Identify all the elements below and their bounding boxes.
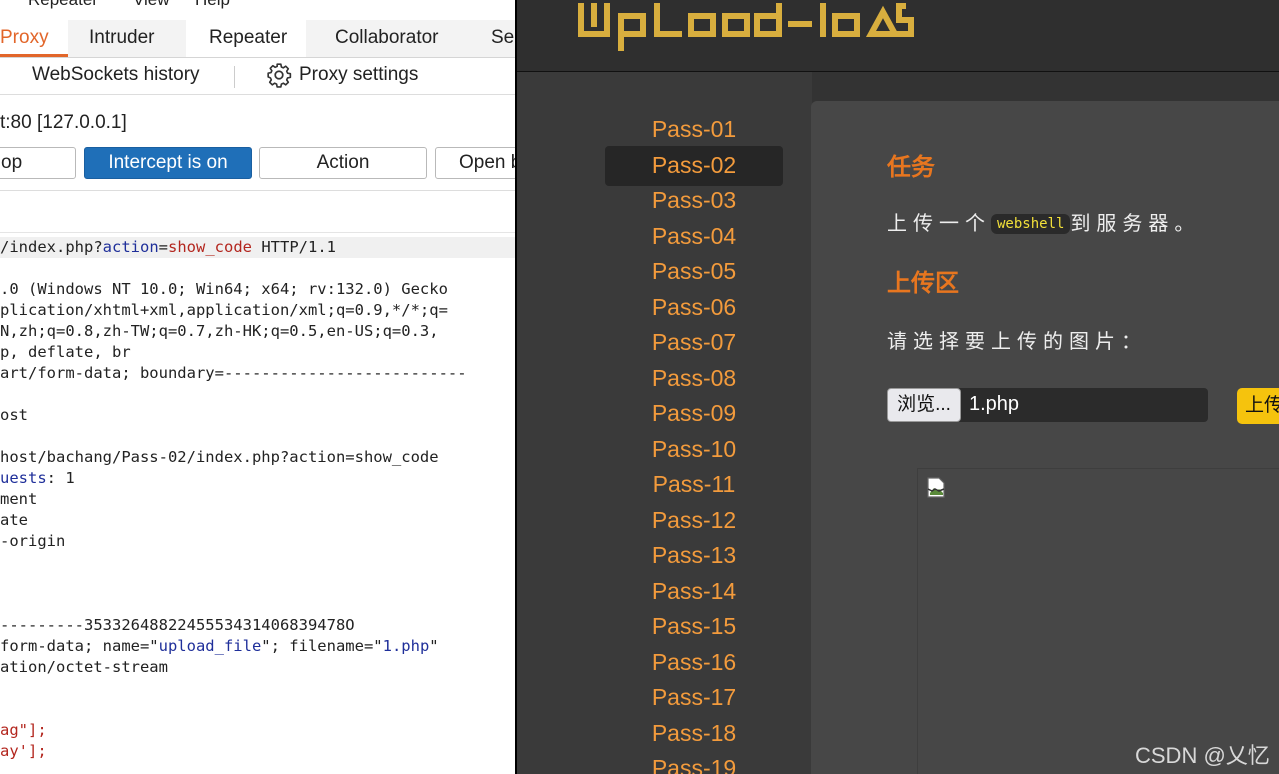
header-accept-encoding[interactable]: p, deflate, br [0,342,131,363]
menu-repeater[interactable]: Repeater [28,0,98,10]
param-value: show_code [168,238,252,256]
header-value: : 1 [46,469,75,487]
disp-mid: "; filename=" [261,637,383,655]
param-name: action [102,238,159,256]
webshell-code: webshell [991,214,1071,234]
forward-drop-button[interactable]: op [0,147,76,179]
pass-link-18[interactable]: Pass-18 [605,714,783,754]
pass-link-6[interactable]: Pass-06 [605,288,783,328]
http-version: HTTP/1.1 [252,238,336,256]
divider [0,232,517,233]
pass-link-10[interactable]: Pass-10 [605,430,783,470]
tab-proxy[interactable]: Proxy [0,20,68,57]
pass-link-9[interactable]: Pass-09 [605,394,783,434]
pass-link-1[interactable]: Pass-01 [605,110,783,150]
disp-prefix: form-data; name=" [0,637,159,655]
tab-sequencer[interactable]: Sec [491,20,517,57]
upload-button[interactable]: 上传 [1237,388,1279,424]
pass-link-12[interactable]: Pass-12 [605,501,783,541]
header-content-type[interactable]: art/form-data; boundary=----------------… [0,363,467,384]
gear-icon[interactable] [266,62,292,88]
pass-sidebar: Pass-01 Pass-02 Pass-03 Pass-04 Pass-05 Pass-… [517,72,812,774]
menu-help[interactable]: Help [195,0,230,10]
task-heading: 任务 [887,154,935,181]
header-referer[interactable]: host/bachang/Pass-02/index.php?action=sh… [0,447,439,468]
pass-link-8[interactable]: Pass-08 [605,359,783,399]
pass-link-19[interactable]: Pass-19 [605,749,783,774]
field-name: upload_file [158,637,262,655]
upload-filename: 1.php [382,637,430,655]
task-text-pre: 上传一个 [887,213,991,235]
main-tabs: Proxy Intruder Repeater Collaborator Sec [0,20,517,58]
header-origin[interactable]: ost [0,405,28,426]
header-sec-fetch-site[interactable]: -origin [0,531,65,552]
php-payload-line[interactable]: ag"]; [0,720,47,741]
upload-heading: 上传区 [887,270,959,297]
header-sec-fetch-dest[interactable]: ment [0,489,37,510]
menu-view[interactable]: View [133,0,170,10]
header-key: uests [0,469,47,487]
header-upgrade-insecure[interactable]: uests: 1 [0,468,75,489]
header-accept-language[interactable]: N,zh;q=0.8,zh-TW;q=0.7,zh-HK;q=0.5,en-US… [0,321,439,342]
header-accept[interactable]: plication/xhtml+xml,application/xml;q=0.… [0,300,448,321]
image-preview-area [917,468,1279,774]
header-sec-fetch-mode[interactable]: ate [0,510,28,531]
burp-window: Repeater View Help Proxy Intruder Repeat… [0,0,517,774]
pass-link-16[interactable]: Pass-16 [605,643,783,683]
multipart-boundary[interactable]: ---------3533264882245553431406839478O [0,615,355,636]
task-text-post: 到服务器。 [1070,213,1201,235]
upload-labs-window: Pass-01 Pass-02 Pass-03 Pass-04 Pass-05 Pass-… [515,0,1279,774]
divider [0,190,517,191]
part-content-type[interactable]: ation/octet-stream [0,657,168,678]
choose-label: 请选择要上传的图片： [887,331,1147,353]
broken-image-icon [927,477,945,498]
pass-link-2[interactable]: Pass-02 [605,145,783,186]
equals: = [158,238,168,256]
header-user-agent[interactable]: .0 (Windows NT 10.0; Win64; x64; rv:132.… [0,279,448,300]
browse-button[interactable]: 浏览... [887,388,961,422]
pass-link-4[interactable]: Pass-04 [605,217,783,257]
pass-link-3[interactable]: Pass-03 [605,181,783,221]
proxy-subtabs: WebSockets history Proxy settings [0,58,517,95]
task-description: 上传一个 webshell 到服务器。 [887,207,1200,236]
open-browser-button[interactable]: Open b [435,147,517,179]
pass-link-13[interactable]: Pass-13 [605,536,783,576]
pass-link-7[interactable]: Pass-07 [605,323,783,363]
pass-link-15[interactable]: Pass-15 [605,607,783,647]
intercept-target: t:80 [127.0.0.1] [0,112,127,133]
intercept-toggle-button[interactable]: Intercept is on [84,147,252,179]
upload-labs-logo[interactable] [573,0,923,58]
pass-link-5[interactable]: Pass-05 [605,252,783,292]
selected-filename: 1.php [969,393,1020,415]
subtab-websockets-history[interactable]: WebSockets history [32,64,200,86]
action-button[interactable]: Action [259,147,427,179]
request-path: /index.php? [0,238,103,256]
tab-repeater[interactable]: Repeater [186,20,306,57]
site-header [517,0,1279,72]
content-panel: 任务 上传一个 webshell 到服务器。 上传区 请选择要上传的图片： 浏览..… [811,101,1279,774]
disp-suffix: " [429,637,439,655]
file-input[interactable]: 浏览... 1.php [887,388,1208,422]
php-payload-line[interactable]: ay']; [0,741,47,762]
content-disposition[interactable]: form-data; name="upload_file"; filename=… [0,636,439,657]
tab-intruder[interactable]: Intruder [89,20,154,57]
divider [234,66,235,88]
pass-link-14[interactable]: Pass-14 [605,572,783,612]
tab-collaborator[interactable]: Collaborator [335,20,439,57]
subtab-proxy-settings[interactable]: Proxy settings [299,64,418,86]
pass-link-11[interactable]: Pass-11 [605,465,783,505]
pass-link-17[interactable]: Pass-17 [605,678,783,718]
request-line[interactable]: /index.php?action=show_code HTTP/1.1 [0,237,336,258]
csdn-watermark: CSDN @乂忆 [1135,743,1270,768]
